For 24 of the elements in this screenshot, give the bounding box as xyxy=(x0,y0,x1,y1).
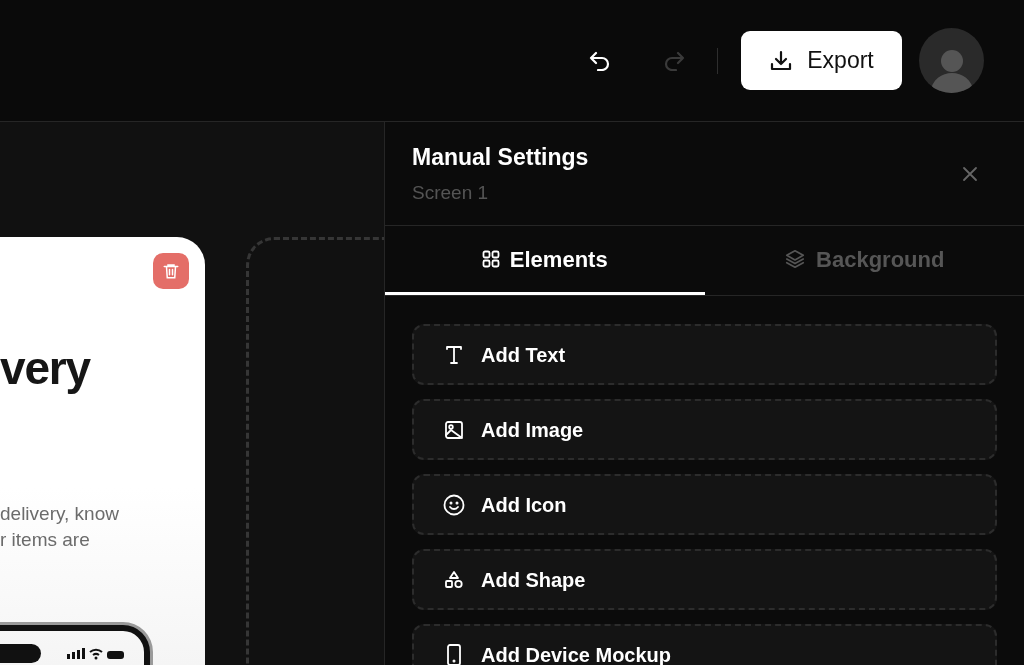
panel-title: Manual Settings xyxy=(412,143,589,172)
redo-icon xyxy=(663,50,685,71)
add-element-button[interactable]: Add Text xyxy=(412,324,997,385)
smiley-icon xyxy=(443,493,465,516)
delete-button[interactable] xyxy=(153,253,189,289)
grid-icon xyxy=(481,250,500,268)
text-icon xyxy=(444,344,464,365)
add-element-button[interactable]: Add Image xyxy=(412,399,997,460)
add-element-button[interactable]: Add Device Mockup xyxy=(412,624,997,665)
shapes-icon xyxy=(444,569,464,590)
phone-icon xyxy=(446,643,462,665)
description-line: delivery, know xyxy=(0,502,119,526)
panel-subtitle: Screen 1 xyxy=(412,180,490,205)
export-button[interactable]: Export xyxy=(741,31,902,90)
add-element-button[interactable]: Add Icon xyxy=(412,474,997,535)
trash-icon xyxy=(162,262,180,280)
image-icon xyxy=(444,419,464,440)
screen-card[interactable]: very delivery, know r items are xyxy=(0,237,205,665)
add-element-button[interactable]: Add Shape xyxy=(412,549,997,610)
description-line: r items are xyxy=(0,528,91,552)
undo-icon xyxy=(589,50,611,71)
download-icon xyxy=(769,48,794,73)
tab[interactable]: Elements xyxy=(385,226,705,295)
layers-icon xyxy=(784,248,807,270)
